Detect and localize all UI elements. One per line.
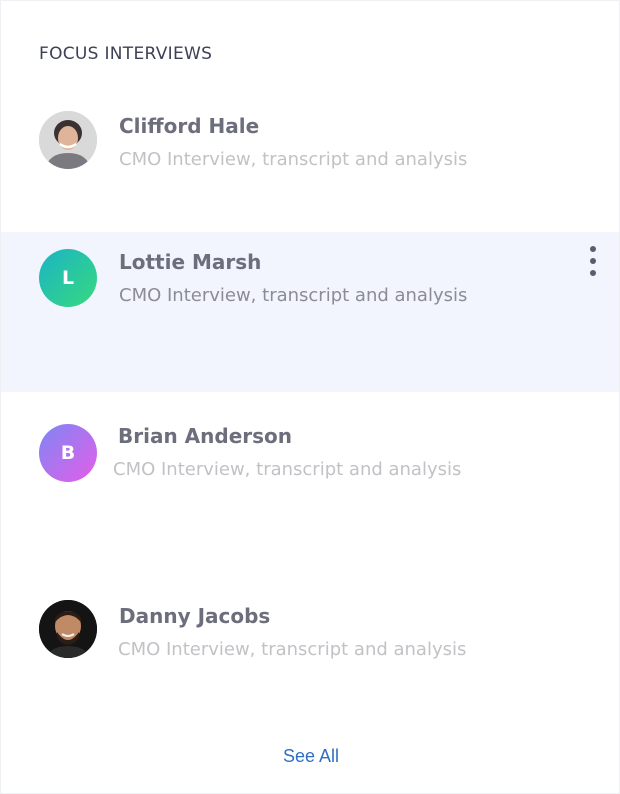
list-item[interactable]: Clifford Hale CMO Interview, transcript …	[1, 101, 619, 201]
interviewee-name: Lottie Marsh	[119, 250, 262, 274]
list-item[interactable]: B Brian Anderson CMO Interview, transcri…	[1, 406, 619, 526]
see-all-link[interactable]: See All	[1, 746, 620, 767]
more-vertical-icon[interactable]	[583, 246, 603, 276]
interview-description: CMO Interview, transcript and analysis	[113, 459, 462, 480]
list-item[interactable]: Danny Jacobs CMO Interview, transcript a…	[1, 586, 619, 686]
interviewee-name: Danny Jacobs	[119, 604, 271, 628]
section-title: FOCUS INTERVIEWS	[39, 44, 213, 64]
interviewee-name: Clifford Hale	[119, 114, 260, 138]
interview-description: CMO Interview, transcript and analysis	[119, 149, 468, 170]
avatar	[39, 111, 97, 169]
avatar: L	[39, 249, 97, 307]
focus-interviews-card: FOCUS INTERVIEWS Clifford Hale CMO Inter…	[0, 0, 620, 794]
avatar	[39, 600, 97, 658]
interview-description: CMO Interview, transcript and analysis	[119, 285, 468, 306]
interviewee-name: Brian Anderson	[118, 424, 293, 448]
avatar-initial: L	[61, 267, 75, 289]
list-item[interactable]: L Lottie Marsh CMO Interview, transcript…	[1, 232, 619, 392]
interview-description: CMO Interview, transcript and analysis	[118, 639, 467, 660]
person-photo-icon	[39, 600, 97, 658]
avatar: B	[39, 424, 97, 482]
avatar-initial: B	[60, 442, 76, 464]
person-photo-icon	[39, 111, 97, 169]
